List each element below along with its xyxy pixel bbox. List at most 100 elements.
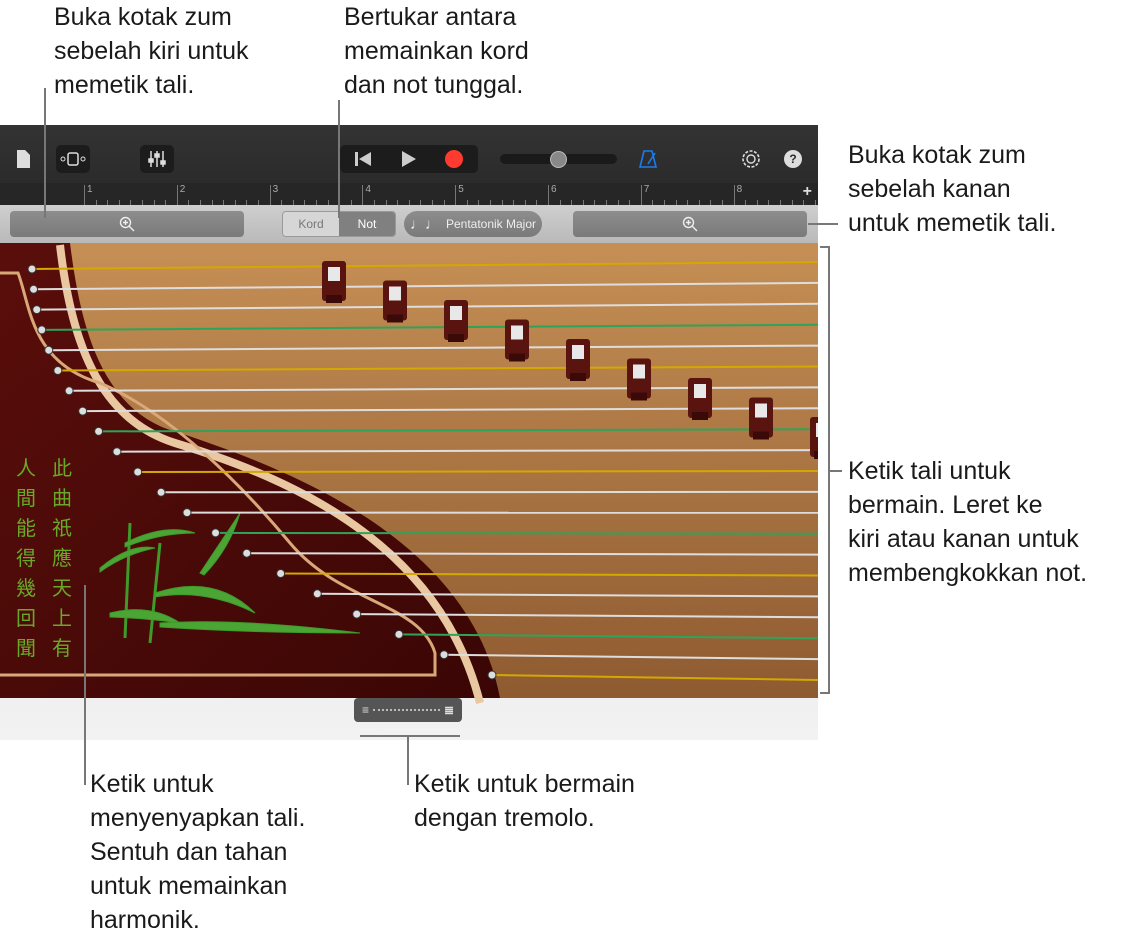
ruler-tick [362, 185, 363, 205]
help-icon[interactable]: ? [782, 145, 804, 173]
poem-character: 聞 [16, 638, 36, 660]
tuning-peg [54, 367, 62, 375]
tuning-peg [488, 671, 496, 679]
ruler-tick [84, 185, 85, 205]
tuning-peg [28, 265, 36, 273]
music-note-icon: ♩♩ [410, 216, 440, 233]
ruler-bar-number: 4 [365, 184, 371, 195]
callout-right-zoom: Buka kotak zum sebelah kanan untuk memet… [848, 138, 1056, 240]
string-bridge [627, 359, 651, 401]
poem-character: 祇 [52, 517, 72, 540]
zoom-in-icon [682, 216, 698, 232]
string-bridge [505, 320, 529, 362]
tuning-peg [395, 630, 403, 638]
add-section-button[interactable]: + [803, 183, 812, 201]
callout-strings: Ketik tali untuk bermain. Leret ke kiri … [848, 454, 1087, 590]
ruler-bar-number: 8 [737, 184, 743, 195]
poem-character: 幾 [16, 577, 36, 600]
metronome-icon[interactable] [636, 145, 660, 173]
segment-kord[interactable]: Kord [283, 212, 339, 236]
string[interactable] [138, 471, 818, 472]
ruler-tick [548, 185, 549, 205]
tuning-peg [45, 346, 53, 354]
ruler-bar-number: 6 [551, 184, 557, 195]
leader-strings-h [830, 470, 842, 472]
tuning-peg [95, 427, 103, 435]
tuning-peg [134, 468, 142, 476]
view-toggle-icon[interactable] [56, 145, 90, 173]
segment-not[interactable]: Not [339, 212, 395, 236]
tuning-peg [183, 509, 191, 517]
tuning-peg [353, 610, 361, 618]
poem-character: 人 [16, 457, 36, 480]
tuning-peg [243, 549, 251, 557]
ruler-bar-number: 7 [644, 184, 650, 195]
tuning-peg [212, 529, 220, 537]
scale-button[interactable]: ♩♩ Pentatonik Major [404, 211, 542, 237]
mixer-icon[interactable] [140, 145, 174, 173]
ruler-tick [641, 185, 642, 205]
settings-icon[interactable] [738, 145, 764, 173]
right-zoom-button[interactable] [573, 211, 807, 237]
ruler-tick [177, 185, 178, 205]
tuning-peg [79, 407, 87, 415]
poem-character: 天 [52, 578, 72, 600]
guzheng-app: ? 12345678+ Kord Not ♩♩ Pentatonik Major [0, 125, 818, 740]
ruler-tick [270, 185, 271, 205]
document-icon[interactable] [10, 145, 36, 173]
tuning-peg [313, 590, 321, 598]
poem-character: 間 [16, 488, 36, 510]
timeline-ruler[interactable]: 12345678+ [0, 183, 818, 205]
transport-group [340, 145, 478, 173]
zoom-in-icon [119, 216, 135, 232]
help-button[interactable]: ? [784, 150, 802, 168]
tuning-peg [157, 488, 165, 496]
volume-slider[interactable] [500, 154, 617, 164]
ruler-bar-number: 2 [180, 184, 186, 195]
callout-left-zoom: Buka kotak zum sebelah kiri untuk memeti… [54, 0, 249, 102]
volume-knob[interactable] [550, 151, 567, 168]
string-bridge [444, 300, 468, 342]
string-bridge [749, 398, 773, 440]
tremolo-dots [373, 709, 440, 711]
guzheng-body: 此曲祇應天上有人間能得幾回聞 [0, 243, 818, 740]
leader-tremolo-v [407, 735, 409, 785]
string-bridge [810, 417, 818, 459]
tremolo-fast-icon: ≣ [444, 703, 454, 717]
string-bridge [322, 261, 346, 303]
poem-character: 此 [52, 457, 72, 480]
poem-character: 回 [16, 608, 36, 630]
ruler-tick [455, 185, 456, 205]
callout-mute: Ketik untuk menyenyapkan tali. Sentuh da… [90, 767, 305, 937]
ruler-bar-number: 1 [87, 184, 93, 195]
leader-right-zoom [808, 223, 838, 225]
rewind-icon[interactable] [354, 151, 372, 167]
leader-strings-bot [820, 692, 830, 694]
tuning-peg [30, 285, 38, 293]
tuning-peg [38, 326, 46, 334]
control-bar: Kord Not ♩♩ Pentatonik Major [0, 205, 818, 243]
poem-character: 能 [16, 517, 36, 540]
ruler-bar-number: 5 [458, 184, 464, 195]
record-icon[interactable] [444, 149, 464, 169]
guzheng-instrument[interactable]: 此曲祇應天上有人間能得幾回聞 ≡ ≣ [0, 243, 818, 740]
callout-chord-toggle: Bertukar antara memainkan kord dan not t… [344, 0, 529, 102]
tuning-peg [113, 448, 121, 456]
tuning-peg [440, 651, 448, 659]
tremolo-button[interactable]: ≡ ≣ [354, 698, 462, 722]
tuning-peg [65, 387, 73, 395]
leader-chord-toggle [338, 100, 340, 218]
string[interactable] [216, 533, 818, 534]
string[interactable] [247, 553, 818, 554]
play-icon[interactable] [399, 150, 417, 168]
leader-strings-top [820, 246, 830, 248]
callout-tremolo: Ketik untuk bermain dengan tremolo. [414, 767, 635, 835]
string-bridge [566, 339, 590, 381]
toolbar: ? [0, 125, 818, 183]
poem-character: 有 [52, 637, 72, 660]
tremolo-slow-icon: ≡ [362, 703, 369, 717]
ruler-tick [734, 185, 735, 205]
tuning-peg [33, 306, 41, 314]
leader-mute [84, 585, 86, 785]
leader-tremolo-h [360, 735, 460, 737]
